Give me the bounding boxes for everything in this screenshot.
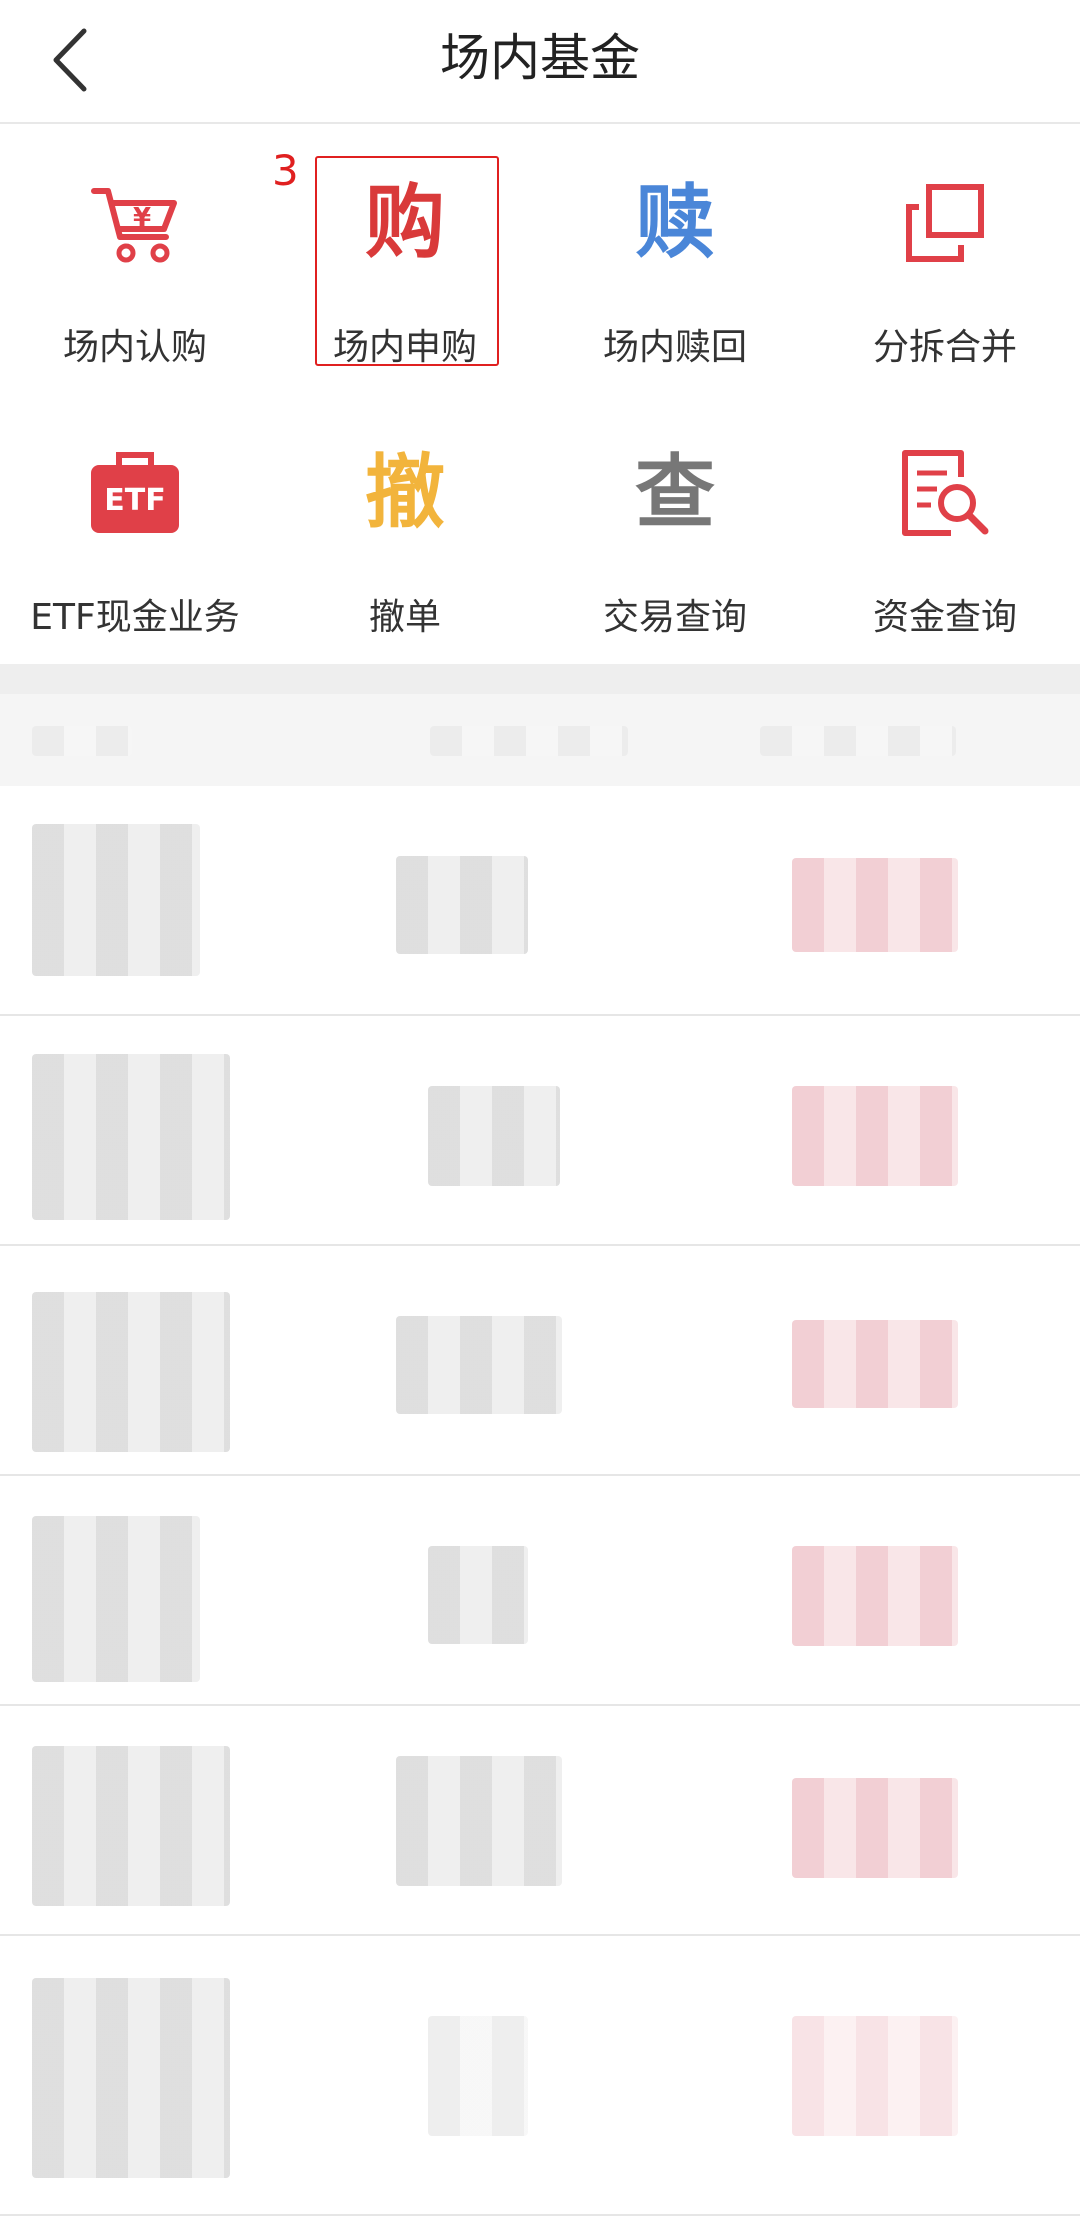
cha-character-icon: 查 — [635, 446, 715, 539]
table-row-redacted[interactable] — [0, 1476, 1080, 1706]
top-nav-bar: 场内基金 — [0, 0, 1080, 124]
menu-item-subscription[interactable]: ¥ 场内认购 — [0, 126, 270, 376]
che-character-icon: 撤 — [365, 446, 445, 539]
shopping-cart-yen-icon: ¥ — [80, 168, 190, 278]
annotation-highlight-box — [315, 156, 499, 366]
menu-item-fund-query[interactable]: 资金查询 — [810, 396, 1080, 646]
menu-item-redemption[interactable]: 赎 场内赎回 — [540, 126, 810, 376]
document-search-icon — [890, 438, 1000, 548]
menu-item-label: 资金查询 — [872, 597, 1017, 638]
table-row-redacted[interactable] — [0, 1936, 1080, 2216]
menu-item-label: ETF现金业务 — [30, 597, 240, 638]
menu-item-trade-query[interactable]: 查 交易查询 — [540, 396, 810, 646]
table-row-redacted[interactable] — [0, 1706, 1080, 1936]
function-grid: ¥ 场内认购 购 场内申购 赎 场内赎回 分拆合并 ETF ETF现金业务 撤 … — [0, 126, 1080, 664]
menu-item-label: 场内认购 — [62, 327, 207, 368]
table-header-redacted — [0, 694, 1080, 786]
svg-text:ETF: ETF — [104, 483, 165, 518]
table-row-redacted[interactable] — [0, 1246, 1080, 1476]
split-merge-icon — [890, 168, 1000, 278]
menu-item-etf-cash[interactable]: ETF ETF现金业务 — [0, 396, 270, 646]
table-row-redacted[interactable] — [0, 786, 1080, 1016]
etf-briefcase-icon: ETF — [80, 438, 190, 548]
svg-text:¥: ¥ — [133, 203, 151, 233]
menu-item-label: 分拆合并 — [872, 327, 1017, 368]
menu-item-label: 交易查询 — [602, 597, 747, 638]
menu-item-label: 场内赎回 — [602, 327, 747, 368]
annotation-marker: 3 — [272, 146, 299, 195]
menu-item-cancel-order[interactable]: 撤 撤单 — [270, 396, 540, 646]
section-divider — [0, 664, 1080, 694]
menu-item-split-merge[interactable]: 分拆合并 — [810, 126, 1080, 376]
shu-character-icon: 赎 — [635, 176, 715, 269]
page-title: 场内基金 — [440, 29, 640, 87]
menu-item-label: 撤单 — [368, 597, 441, 638]
table-row-redacted[interactable] — [0, 1016, 1080, 1246]
